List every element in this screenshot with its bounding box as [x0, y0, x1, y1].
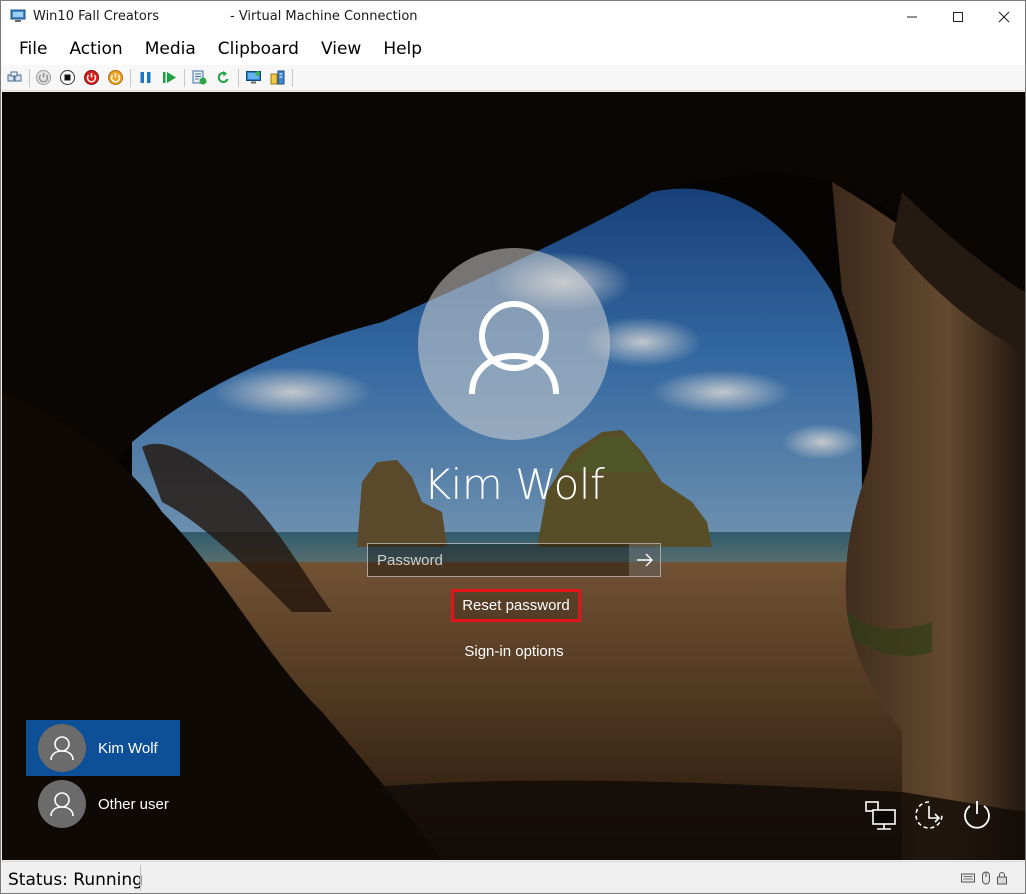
toolbar [1, 65, 1025, 91]
ease-of-access-button[interactable] [912, 798, 946, 832]
window-title: Win10 Fall Creators [33, 9, 159, 24]
vm-status-text: Status: Running [8, 870, 143, 890]
menu-clipboard[interactable]: Clipboard [207, 32, 310, 65]
minimize-button[interactable] [889, 1, 935, 32]
lock-icon [997, 872, 1007, 885]
shut-down-icon[interactable] [83, 69, 100, 86]
start-icon[interactable] [35, 69, 52, 86]
reset-password-link[interactable]: Reset password [451, 589, 581, 622]
toolbar-separator [292, 69, 293, 87]
menu-file[interactable]: File [8, 32, 58, 65]
power-button[interactable] [960, 798, 994, 832]
user-icon [50, 792, 74, 817]
keyboard-icon [961, 873, 975, 883]
minimize-icon [907, 16, 917, 17]
resume-icon[interactable] [161, 69, 178, 86]
close-button[interactable] [981, 1, 1026, 32]
user-avatar-small [38, 780, 86, 828]
vm-display[interactable]: Kim Wolf Reset password Sign-in options … [2, 92, 1025, 860]
user-icon [469, 301, 559, 395]
share-icon[interactable] [269, 69, 286, 86]
signin-options-link[interactable]: Sign-in options [414, 643, 614, 660]
close-icon [998, 11, 1010, 22]
title-bar[interactable]: Win10 Fall Creators - Virtual Machine Co… [1, 1, 1025, 32]
power-icon [964, 801, 990, 829]
toolbar-separator [238, 69, 239, 87]
status-bar: Status: Running [1, 861, 1025, 893]
login-user-name: Kim Wolf [423, 460, 605, 509]
user-avatar-small [38, 724, 86, 772]
menu-bar: File Action Media Clipboard View Help [1, 32, 1025, 65]
user-tile-label: Other user [98, 795, 169, 813]
arrow-right-icon [636, 553, 653, 567]
ctrl-alt-del-icon[interactable] [6, 69, 23, 86]
menu-action[interactable]: Action [58, 32, 133, 65]
user-icon [50, 736, 74, 761]
password-field-container [367, 543, 661, 577]
enhanced-session-icon[interactable] [245, 69, 262, 86]
menu-view[interactable]: View [310, 32, 372, 65]
user-tile-other-user[interactable]: Other user [26, 776, 180, 832]
pause-icon[interactable] [137, 69, 154, 86]
user-tile-label: Kim Wolf [98, 739, 158, 757]
menu-help[interactable]: Help [372, 32, 433, 65]
network-button[interactable] [864, 798, 898, 832]
user-tile-kim-wolf[interactable]: Kim Wolf [26, 720, 180, 776]
turn-off-icon[interactable] [59, 69, 76, 86]
toolbar-separator [184, 69, 185, 87]
vm-connection-window: Win10 Fall Creators - Virtual Machine Co… [0, 0, 1026, 894]
ease-of-access-icon [915, 801, 943, 829]
maximize-icon [953, 11, 963, 22]
vm-connection-icon [10, 9, 26, 22]
network-icon [865, 801, 896, 830]
mouse-icon [982, 871, 990, 885]
toolbar-separator [130, 69, 131, 87]
submit-password-button[interactable] [629, 544, 660, 576]
user-switcher-list: Kim Wolf Other user [26, 720, 180, 832]
password-input[interactable] [368, 544, 628, 576]
revert-icon[interactable] [215, 69, 232, 86]
status-separator [140, 865, 141, 891]
maximize-button[interactable] [935, 1, 981, 32]
menu-media[interactable]: Media [134, 32, 207, 65]
checkpoint-icon[interactable] [191, 69, 208, 86]
user-avatar-large [418, 248, 610, 440]
toolbar-separator [29, 69, 30, 87]
window-subtitle: - Virtual Machine Connection [230, 9, 418, 24]
save-state-icon[interactable] [107, 69, 124, 86]
